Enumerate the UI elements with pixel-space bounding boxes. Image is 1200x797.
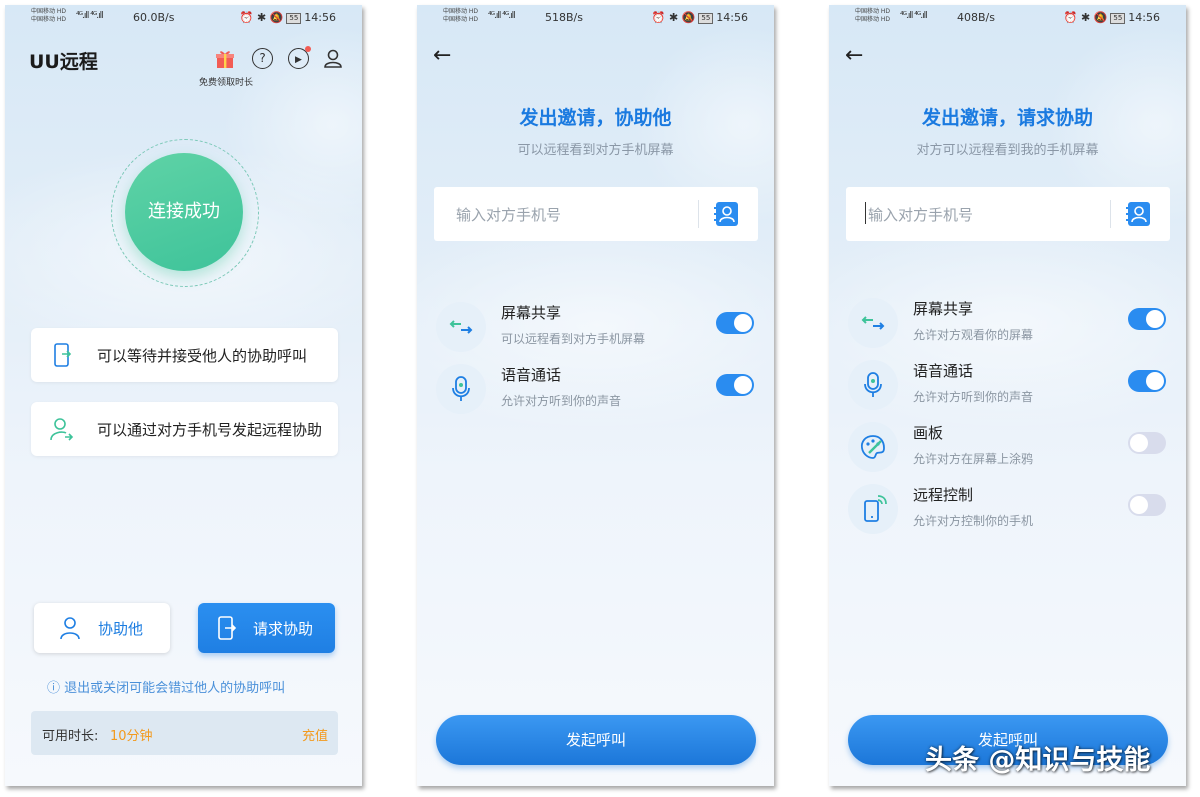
top-toolbar: 免费领取时长 ? ▶ — [199, 45, 344, 88]
phone-number-field — [434, 187, 758, 241]
divider — [1110, 200, 1111, 228]
help-others-label: 协助他 — [98, 620, 144, 638]
home-screen: 中国移动 HD 中国移动 HD ⁴ᴳ.ıll ⁴ᴳ.ıll 60.0B/s ⏰ ✱… — [5, 5, 362, 786]
phone-number-input[interactable] — [454, 203, 688, 227]
phone-number-input[interactable] — [866, 203, 1100, 227]
card-label: 可以等待并接受他人的协助呼叫 — [97, 347, 308, 365]
remote-phone-icon — [848, 484, 898, 534]
request-help-button[interactable]: 请求协助 — [198, 603, 335, 653]
battery-icon: 55 — [698, 13, 714, 24]
status-bar: 中国移动 HD 中国移动 HD ⁴ᴳ.ıll ⁴ᴳ.ıll 408B/s ⏰ ✱ … — [829, 5, 1186, 31]
feature-name: 屏幕共享 — [913, 300, 974, 318]
help-others-button[interactable]: 协助他 — [34, 603, 170, 653]
page-subtitle: 可以远程看到对方手机屏幕 — [517, 143, 674, 158]
divider — [698, 200, 699, 228]
feature-screen-share: 屏幕共享 允许对方观看你的屏幕 — [846, 295, 1170, 351]
voice-call-toggle[interactable] — [716, 374, 754, 396]
recharge-link[interactable]: 充值 — [302, 725, 328, 744]
feature-name: 远程控制 — [913, 486, 974, 504]
start-call-button[interactable]: 发起呼叫 — [436, 715, 756, 765]
status-bar: 中国移动 HD 中国移动 HD ⁴ᴳ.ıll ⁴ᴳ.ıll 518B/s ⏰ ✱ … — [417, 5, 774, 31]
contacts-icon[interactable] — [1125, 201, 1153, 227]
status-icons: ⏰ ✱ 🔕 — [239, 11, 284, 24]
screen-share-icon — [436, 302, 486, 352]
available-time-bar: 可用时长: 10分钟 充值 — [31, 711, 338, 755]
phone-share-icon — [215, 615, 239, 641]
initiate-by-phone-card[interactable]: 可以通过对方手机号发起远程协助 — [31, 402, 338, 456]
feature-name: 屏幕共享 — [501, 304, 562, 322]
user-profile-icon[interactable] — [322, 48, 344, 70]
watermark: 头条 @知识与技能 — [925, 745, 1151, 776]
carrier-label: 中国移动 HD — [31, 16, 67, 23]
feature-name: 语音通话 — [501, 366, 562, 384]
feature-desc: 允许对方听到你的声音 — [913, 390, 1034, 404]
wait-for-call-card[interactable]: 可以等待并接受他人的协助呼叫 — [31, 328, 338, 382]
request-help-label: 请求协助 — [253, 620, 314, 638]
voice-call-toggle[interactable] — [1128, 370, 1166, 392]
network-speed: 408B/s — [957, 11, 995, 24]
feature-drawing-board: 画板 允许对方在屏幕上涂鸦 — [846, 419, 1170, 475]
feature-voice-call: 语音通话 允许对方听到你的声音 — [846, 357, 1170, 413]
screen-share-toggle[interactable] — [716, 312, 754, 334]
phone-number-field — [846, 187, 1170, 241]
battery-icon: 55 — [1110, 13, 1126, 24]
battery-icon: 55 — [286, 13, 302, 24]
status-bar: 中国移动 HD 中国移动 HD ⁴ᴳ.ıll ⁴ᴳ.ıll 60.0B/s ⏰ ✱… — [5, 5, 362, 31]
signal-icon: ⁴ᴳ.ıll ⁴ᴳ.ıll — [900, 11, 928, 21]
user-arrow-icon — [49, 416, 75, 442]
back-arrow-icon[interactable]: ← — [433, 43, 451, 68]
palette-icon — [848, 422, 898, 472]
microphone-icon — [436, 364, 486, 414]
feature-name: 画板 — [913, 424, 944, 442]
invite-help-screen: 中国移动 HD 中国移动 HD ⁴ᴳ.ıll ⁴ᴳ.ıll 518B/s ⏰ ✱ … — [417, 5, 774, 786]
feature-voice-call: 语音通话 允许对方听到你的声音 — [434, 361, 758, 417]
clock: 14:56 — [1128, 11, 1160, 24]
screen-share-toggle[interactable] — [1128, 308, 1166, 330]
page-title: 发出邀请，请求协助 — [921, 107, 1093, 129]
microphone-icon — [848, 360, 898, 410]
card-label: 可以通过对方手机号发起远程协助 — [97, 421, 323, 439]
signal-icon: ⁴ᴳ.ıll ⁴ᴳ.ıll — [76, 11, 104, 21]
feature-remote-control: 远程控制 允许对方控制你的手机 — [846, 481, 1170, 537]
feature-name: 语音通话 — [913, 362, 974, 380]
request-help-screen: 中国移动 HD 中国移动 HD ⁴ᴳ.ıll ⁴ᴳ.ıll 408B/s ⏰ ✱ … — [829, 5, 1186, 786]
phone-incoming-icon — [49, 342, 75, 368]
network-speed: 518B/s — [545, 11, 583, 24]
contacts-icon[interactable] — [713, 201, 741, 227]
time-label: 可用时长: — [42, 729, 99, 744]
network-speed: 60.0B/s — [133, 11, 175, 24]
gift-label: 免费领取时长 — [199, 78, 254, 88]
carrier-label: 中国移动 HD — [855, 16, 891, 23]
feature-desc: 允许对方控制你的手机 — [913, 514, 1034, 528]
page-subtitle: 对方可以远程看到我的手机屏幕 — [916, 143, 1099, 158]
feature-desc: 允许对方在屏幕上涂鸦 — [913, 452, 1034, 466]
screen-share-icon — [848, 298, 898, 348]
page-title: 发出邀请，协助他 — [519, 107, 672, 129]
user-icon — [59, 615, 83, 641]
status-icons: ⏰ ✱ 🔕 — [651, 11, 696, 24]
signal-icon: ⁴ᴳ.ıll ⁴ᴳ.ıll — [488, 11, 516, 21]
gift-icon[interactable] — [214, 48, 236, 70]
drawing-board-toggle[interactable] — [1128, 432, 1166, 454]
remote-control-toggle[interactable] — [1128, 494, 1166, 516]
back-arrow-icon[interactable]: ← — [845, 43, 863, 68]
feature-desc: 允许对方观看你的屏幕 — [913, 328, 1034, 342]
clock: 14:56 — [716, 11, 748, 24]
help-icon[interactable]: ? — [252, 48, 273, 69]
exit-warning: ⓘ 退出或关闭可能会错过他人的协助呼叫 — [47, 681, 286, 696]
app-title: UU远程 — [29, 51, 98, 73]
carrier-label: 中国移动 HD — [855, 8, 891, 15]
status-icons: ⏰ ✱ 🔕 — [1063, 11, 1108, 24]
carrier-label: 中国移动 HD — [443, 16, 479, 23]
time-value: 10分钟 — [110, 729, 153, 744]
feature-screen-share: 屏幕共享 可以远程看到对方手机屏幕 — [434, 299, 758, 355]
clock: 14:56 — [304, 11, 336, 24]
connection-status-button[interactable]: 连接成功 — [125, 153, 243, 271]
carrier-label: 中国移动 HD — [31, 8, 67, 15]
carrier-label: 中国移动 HD — [443, 8, 479, 15]
feature-desc: 可以远程看到对方手机屏幕 — [501, 332, 646, 346]
video-play-icon[interactable]: ▶ — [288, 46, 311, 69]
feature-desc: 允许对方听到你的声音 — [501, 394, 622, 408]
